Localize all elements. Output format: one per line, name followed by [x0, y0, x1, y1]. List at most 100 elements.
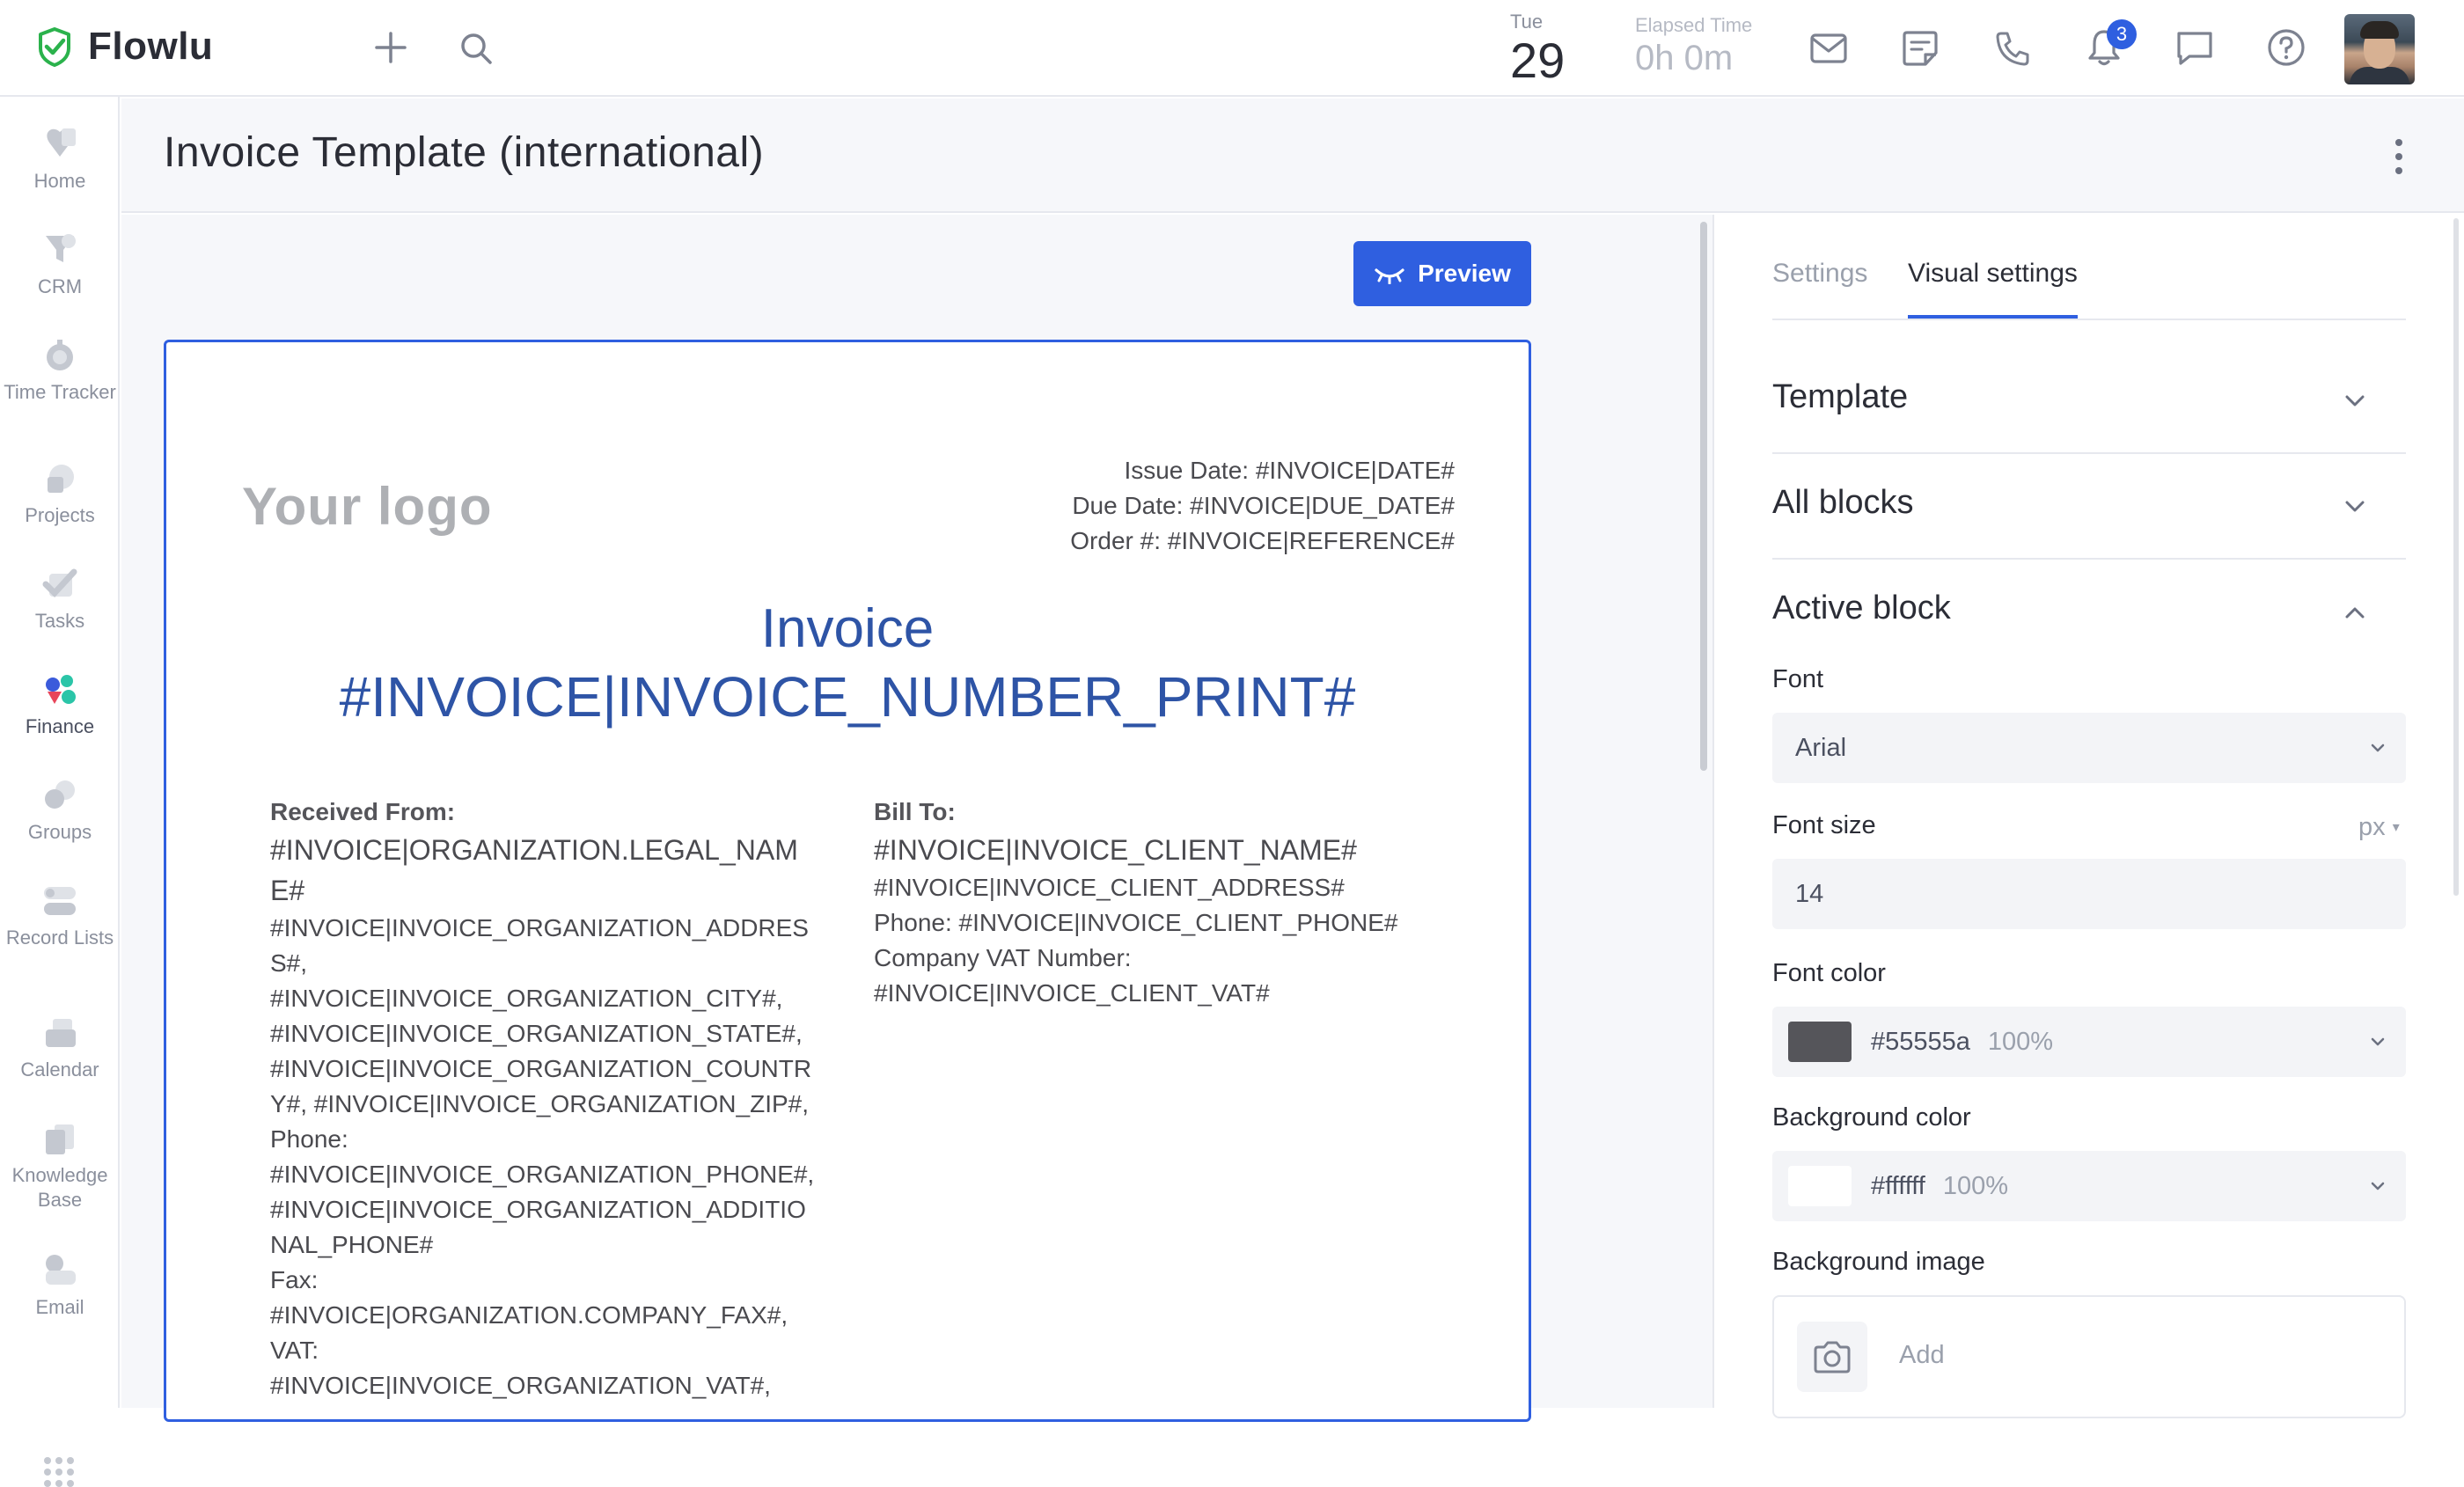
background-color-swatch: [1788, 1166, 1852, 1206]
client-address: #INVOICE|INVOICE_CLIENT_ADDRESS#: [874, 874, 1345, 901]
background-color-hex: #ffffff: [1871, 1171, 1925, 1200]
more-apps-icon[interactable]: [44, 1457, 74, 1487]
font-value: Arial: [1795, 733, 1847, 762]
help-icon[interactable]: [2267, 28, 2306, 67]
sidebar-item-knowledge-base[interactable]: Knowledge Base: [0, 1121, 120, 1212]
section-active-block[interactable]: Active block: [1772, 560, 2406, 665]
chevron-down-icon: [2371, 1182, 2385, 1190]
received-from-block[interactable]: Received From: #INVOICE|ORGANIZATION.LEG…: [270, 795, 816, 1403]
template-canvas: Preview Your logo Issue Date: #INVOICE|D…: [121, 215, 1712, 1422]
preview-button-label: Preview: [1418, 260, 1511, 287]
client-name: #INVOICE|INVOICE_CLIENT_NAME#: [874, 834, 1357, 866]
section-title: All blocks: [1772, 484, 1914, 521]
bill-to-block[interactable]: Bill To: #INVOICE|INVOICE_CLIENT_NAME# #…: [874, 795, 1446, 1011]
background-color-opacity: 100%: [1942, 1171, 2009, 1200]
brand-name: Flowlu: [88, 25, 214, 68]
calendar-icon: [46, 1019, 76, 1047]
client-phone: Phone: #INVOICE|INVOICE_CLIENT_PHONE#: [874, 909, 1398, 936]
background-color-label: Background color: [1772, 1103, 1971, 1132]
camera-icon: [1797, 1322, 1867, 1392]
organization-state: #INVOICE|INVOICE_ORGANIZATION_STATE#,: [270, 1020, 803, 1047]
search-icon[interactable]: [459, 32, 493, 65]
font-color-label: Font color: [1772, 959, 1886, 987]
chat-icon[interactable]: [2175, 30, 2214, 67]
caret-down-icon: ▾: [2392, 820, 2400, 835]
date-day-number: 29: [1510, 33, 1566, 88]
projects-icon: [48, 465, 74, 493]
chevron-down-icon: [2371, 744, 2385, 752]
organization-address: #INVOICE|INVOICE_ORGANIZATION_ADDRESS#,: [270, 914, 809, 977]
background-color-picker[interactable]: #ffffff 100%: [1772, 1151, 2406, 1221]
phone-label: Phone:: [270, 1125, 348, 1153]
elapsed-time-value[interactable]: 0h 0m: [1635, 39, 1733, 78]
email-icon: [46, 1255, 76, 1285]
chevron-up-icon: [2345, 607, 2365, 619]
sidebar-item-time-tracker[interactable]: Time Tracker: [0, 338, 120, 405]
invoice-meta-block[interactable]: Issue Date: #INVOICE|DATE# Due Date: #IN…: [1070, 453, 1455, 559]
invoice-title[interactable]: Invoice: [166, 597, 1529, 660]
font-size-unit-select[interactable]: px ▾: [2358, 813, 2400, 842]
invoice-number[interactable]: #INVOICE|INVOICE_NUMBER_PRINT#: [166, 664, 1529, 729]
section-all-blocks[interactable]: All blocks: [1772, 454, 2406, 560]
font-color-opacity: 100%: [1987, 1027, 2054, 1056]
organization-vat: #INVOICE|INVOICE_ORGANIZATION_VAT#,: [270, 1372, 771, 1399]
plus-icon[interactable]: [373, 30, 408, 65]
font-size-label: Font size: [1772, 811, 1876, 839]
tab-visual-settings[interactable]: Visual settings: [1908, 259, 2078, 319]
font-size-input[interactable]: 14: [1772, 859, 2406, 929]
sidebar-item-calendar[interactable]: Calendar: [0, 1015, 120, 1082]
font-label: Font: [1772, 665, 1824, 693]
logo-placeholder[interactable]: Your logo: [242, 476, 493, 537]
font-color-picker[interactable]: #55555a 100%: [1772, 1007, 2406, 1077]
brand-logo[interactable]: Flowlu: [33, 25, 213, 69]
organization-fax: #INVOICE|ORGANIZATION.COMPANY_FAX#,: [270, 1301, 788, 1329]
elapsed-time-label: Elapsed Time: [1635, 14, 1753, 36]
crm-icon: [46, 234, 76, 262]
mail-icon[interactable]: [1809, 32, 1848, 65]
font-select[interactable]: Arial: [1772, 713, 2406, 783]
sidebar-item-email[interactable]: Email: [0, 1253, 120, 1320]
record-lists-icon: [44, 887, 76, 915]
finance-icon: [46, 675, 76, 704]
time-tracker-icon: [47, 340, 73, 370]
sidebar-item-tasks[interactable]: Tasks: [0, 567, 120, 634]
settings-panel: Settings Visual settings Template All bl…: [1712, 215, 2464, 1418]
home-icon: [47, 128, 76, 157]
vat-label: VAT:: [270, 1337, 319, 1364]
chevron-down-icon: [2345, 501, 2365, 512]
section-title: Active block: [1772, 590, 1951, 626]
knowledge-base-icon: [46, 1124, 74, 1154]
more-options-icon[interactable]: [2388, 139, 2409, 174]
preview-button[interactable]: Preview: [1353, 241, 1531, 306]
organization-legal-name: #INVOICE|ORGANIZATION.LEGAL_NAME#: [270, 834, 798, 906]
sidebar-item-record-lists[interactable]: Record Lists: [0, 883, 120, 950]
notification-badge: 3: [2107, 19, 2137, 49]
chevron-down-icon: [2345, 395, 2365, 407]
panel-tabs: Settings Visual settings: [1772, 259, 2406, 320]
invoice-document[interactable]: Your logo Issue Date: #INVOICE|DATE# Due…: [164, 340, 1531, 1422]
phone-icon[interactable]: [1994, 30, 2031, 67]
issue-date: Issue Date: #INVOICE|DATE#: [1124, 457, 1455, 484]
section-template[interactable]: Template: [1772, 348, 2406, 454]
font-color-swatch: [1788, 1022, 1852, 1062]
font-color-hex: #55555a: [1871, 1027, 1970, 1056]
notes-icon[interactable]: [1901, 30, 1940, 67]
sidebar-item-finance[interactable]: Finance: [0, 672, 120, 739]
user-avatar[interactable]: [2344, 14, 2415, 84]
bill-to-heading: Bill To:: [874, 798, 956, 825]
tasks-icon: [42, 568, 77, 598]
sidebar-item-home[interactable]: Home: [0, 127, 120, 194]
client-vat-label: Company VAT Number:: [874, 944, 1132, 971]
chevron-down-icon: [2371, 1037, 2385, 1046]
canvas-scrollbar[interactable]: [1700, 222, 1707, 771]
organization-phone: #INVOICE|INVOICE_ORGANIZATION_PHONE#,: [270, 1161, 815, 1188]
sidebar-item-groups[interactable]: Groups: [0, 778, 120, 845]
sidebar-item-projects[interactable]: Projects: [0, 461, 120, 528]
tab-settings[interactable]: Settings: [1772, 259, 1867, 319]
organization-additional-phone: #INVOICE|INVOICE_ORGANIZATION_ADDITIONAL…: [270, 1196, 806, 1258]
background-image-upload[interactable]: Add: [1772, 1295, 2406, 1418]
page-title: Invoice Template (international): [164, 129, 765, 176]
sidebar-item-crm[interactable]: CRM: [0, 232, 120, 299]
panel-scrollbar[interactable]: [2453, 218, 2459, 896]
date-day-name: Tue: [1510, 11, 1544, 33]
